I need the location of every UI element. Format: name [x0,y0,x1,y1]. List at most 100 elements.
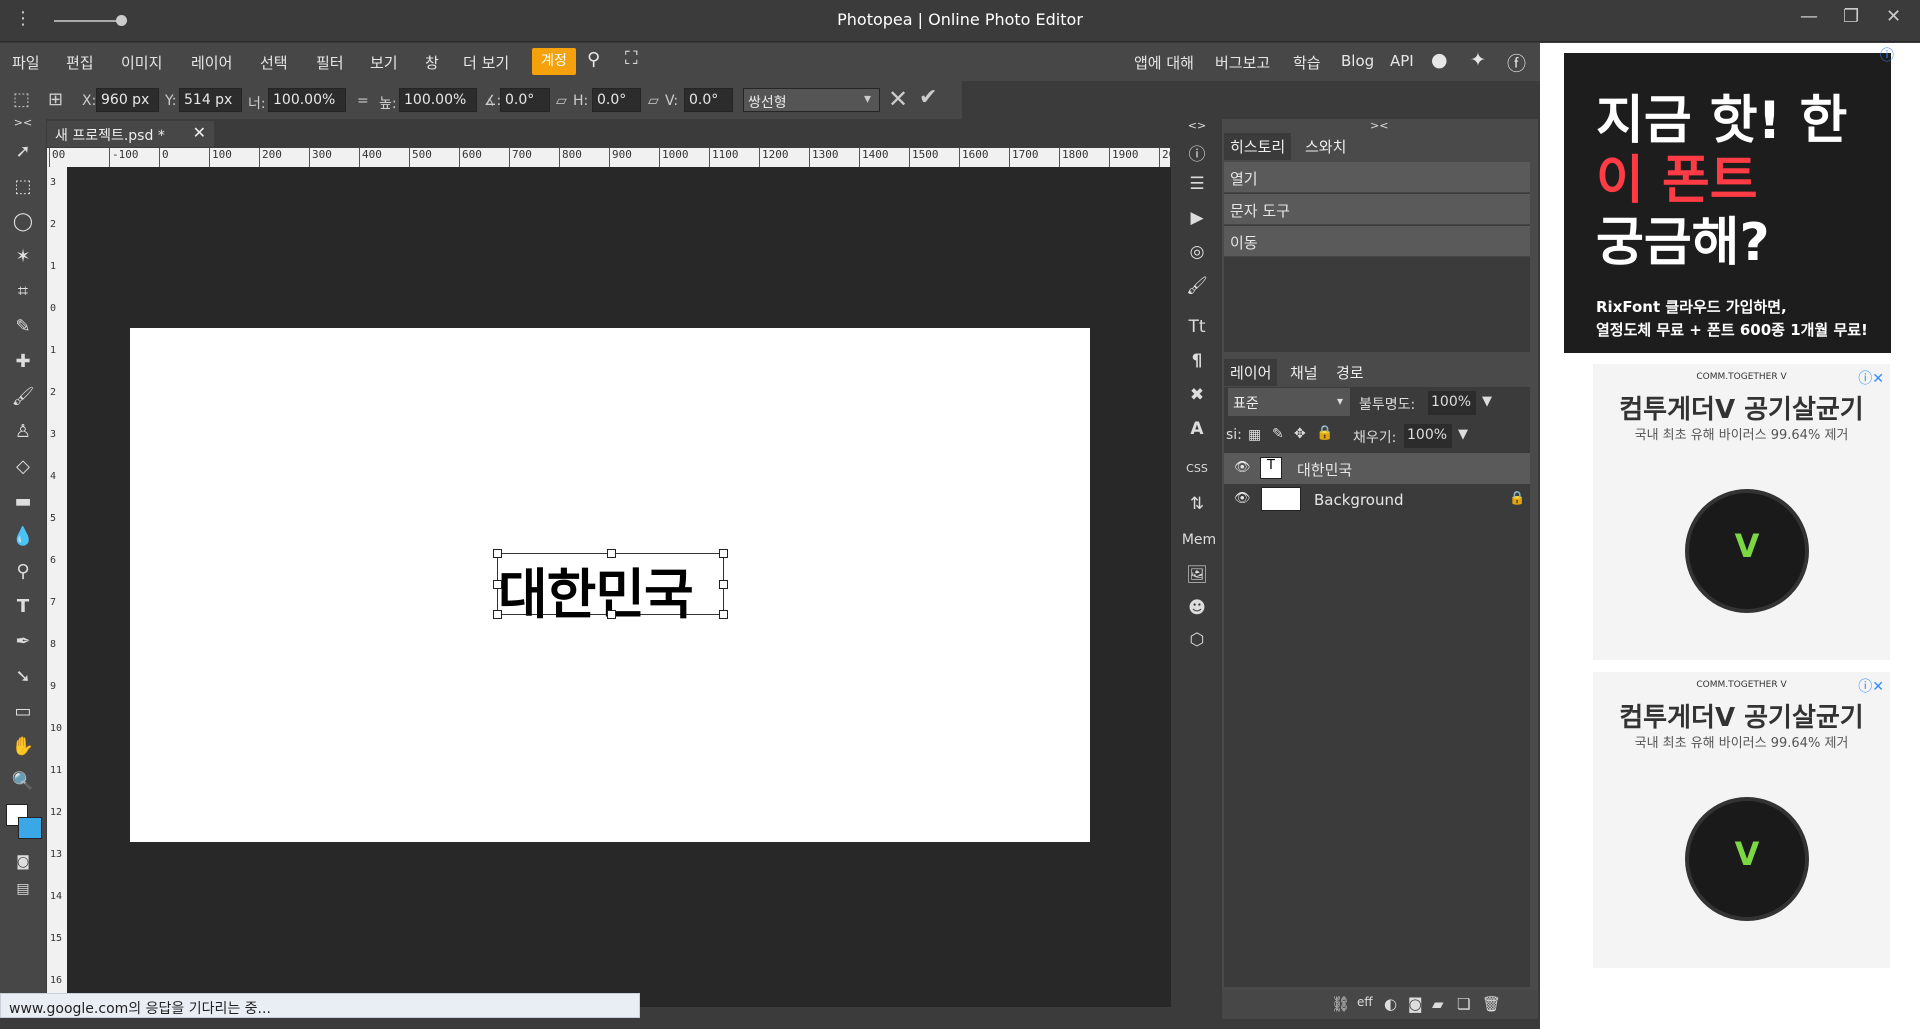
transform-handle[interactable] [719,610,728,619]
history-item[interactable]: 문자 도구 [1224,194,1530,225]
lock-position-icon[interactable]: ✥ [1294,426,1306,442]
transform-handle[interactable] [719,580,728,589]
brush-settings-icon[interactable]: 🖌 [1182,276,1212,300]
link-blog[interactable]: Blog [1341,52,1374,70]
tab-paths[interactable]: 경로 [1330,359,1370,386]
ad-banner-purifier[interactable]: COMM.TOGETHER V 컴투게더V 공기살균기 국내 최초 유해 바이러… [1593,364,1890,660]
zoom-tool-icon[interactable]: 🔍 [10,769,36,795]
height-input[interactable]: 100.00% [399,88,477,112]
interpolation-select[interactable]: 쌍선형 [743,88,880,112]
marquee-tool-icon[interactable]: ⬚ [10,174,36,200]
fill-input[interactable]: 100% [1404,424,1452,448]
menu-more[interactable]: 더 보기 [463,52,509,73]
visibility-eye-icon[interactable]: 👁 [1234,460,1251,475]
y-input[interactable]: 514 px [179,88,242,112]
commit-transform-icon[interactable]: ✔ [919,85,937,110]
fill-dropdown-icon[interactable]: ▼ [1458,427,1468,442]
chevron-down-icon[interactable]: ▾ [864,91,871,107]
menu-layer[interactable]: 레이어 [191,52,232,73]
facebook-icon[interactable]: ⓕ [1507,49,1526,76]
search-icon[interactable]: ⚲ [587,49,600,70]
quick-mask-icon[interactable]: ◙ [10,849,36,875]
link-api[interactable]: API [1390,52,1414,70]
transform-handle[interactable] [607,549,616,558]
close-icon[interactable]: ✕ [1886,6,1901,27]
gradient-tool-icon[interactable]: ▬ [10,489,36,515]
tab-channels[interactable]: 채널 [1284,359,1324,386]
tab-history[interactable]: 히스토리 [1224,133,1292,160]
restore-icon[interactable]: ❐ [1843,6,1859,27]
menu-file[interactable]: 파일 [12,52,40,73]
brush-tool-icon[interactable]: 🖌 [10,384,36,410]
transform-select-icon[interactable]: ⬚ [13,89,30,110]
css-icon[interactable]: CSS [1182,462,1212,486]
account-button[interactable]: 계정 [532,48,576,75]
3d-icon[interactable]: ⬡ [1182,630,1212,654]
hand-tool-icon[interactable]: ✋ [10,734,36,760]
angle-input[interactable]: 0.0° [500,88,550,112]
paragraph-icon[interactable]: ¶ [1182,351,1212,375]
ad-banner-font[interactable]: 지금 핫! 한 이 폰트 궁금해? RixFont 클라우드 가입하면, 열정도… [1564,53,1891,353]
link-ratio-icon[interactable]: = [357,93,369,109]
reddit-icon[interactable]: ● [1431,49,1448,71]
link-about[interactable]: 앱에 대해 [1134,52,1194,73]
link-bug-report[interactable]: 버그보고 [1215,52,1270,73]
menu-view[interactable]: 보기 [370,52,398,73]
dodge-tool-icon[interactable]: ⚲ [10,559,36,585]
stamp-tool-icon[interactable]: ♙ [10,419,36,445]
layer-row[interactable]: 👁 T 대한민국 [1224,453,1530,484]
ad-banner-purifier[interactable]: COMM.TOGETHER V 컴투게더V 공기살균기 국내 최초 유해 바이러… [1593,672,1890,968]
properties-icon[interactable]: ⇅ [1182,494,1212,518]
text-layer-transform-box[interactable]: 대한민국 [493,549,728,626]
effects-icon[interactable]: eff [1357,995,1373,1009]
image-icon[interactable]: 🖼 [1182,565,1212,589]
character-icon[interactable]: Tt [1182,317,1212,341]
tab-layers[interactable]: 레이어 [1224,359,1278,386]
lock-transparency-icon[interactable]: ▦ [1248,427,1261,443]
ad-close-icon[interactable]: ⓘ✕ [1858,676,1884,696]
blur-tool-icon[interactable]: 💧 [10,524,36,550]
chevron-down-icon[interactable]: ▾ [1337,394,1343,408]
tab-swatches[interactable]: 스와치 [1299,133,1352,160]
twitter-icon[interactable]: ✦ [1470,49,1486,71]
eyedropper-tool-icon[interactable]: ✎ [10,314,36,340]
pen-tool-icon[interactable]: ✒ [10,629,36,655]
type-tool-icon[interactable]: T [10,594,36,620]
link-learn[interactable]: 학습 [1293,52,1321,73]
visibility-eye-icon[interactable]: 👁 [1234,491,1251,506]
close-tab-icon[interactable]: ✕ [193,123,206,142]
transform-handle[interactable] [719,549,728,558]
tool-presets-icon[interactable]: ✖ [1182,385,1212,409]
skew-v-input[interactable]: 0.0° [684,88,733,112]
new-layer-icon[interactable]: ❏ [1457,995,1470,1013]
transform-handle[interactable] [493,580,502,589]
minimize-icon[interactable]: — [1800,6,1818,27]
folder-icon[interactable]: ▰ [1432,995,1444,1013]
healing-tool-icon[interactable]: ✚ [10,349,36,375]
link-layers-icon[interactable]: ⛓ [1331,995,1350,1013]
navigator-icon[interactable]: ◎ [1182,242,1212,266]
crop-tool-icon[interactable]: ⌗ [10,279,36,305]
actions-play-icon[interactable]: ▶ [1182,208,1212,232]
shape-tool-icon[interactable]: ▭ [10,699,36,725]
history-item[interactable]: 이동 [1224,226,1530,257]
move-tool-icon[interactable]: ➚ [10,139,36,165]
history-item[interactable]: 열기 [1224,162,1530,193]
path-select-tool-icon[interactable]: ➘ [10,664,36,690]
cancel-transform-icon[interactable]: ✕ [888,85,908,113]
collapse-toolbar-icon[interactable]: >< [10,116,36,130]
menu-select[interactable]: 선택 [260,52,288,73]
emoji-icon[interactable]: ☻ [1182,598,1212,622]
ad-close-icon[interactable]: ⓘ✕ [1858,368,1884,388]
info-icon[interactable]: ⓘ [1182,140,1212,165]
collapse-panel-icon[interactable]: >< [1370,119,1388,132]
transform-handle[interactable] [607,610,616,619]
layer-name[interactable]: Background [1314,491,1404,509]
ad-info-icon[interactable]: ⓘ [1880,45,1894,65]
menu-filter[interactable]: 필터 [316,52,344,73]
eraser-tool-icon[interactable]: ◇ [10,454,36,480]
menu-window[interactable]: 창 [425,52,439,73]
layer-row[interactable]: 👁 Background 🔒 [1224,485,1530,516]
menu-image[interactable]: 이미지 [121,52,162,73]
memory-label[interactable]: Mem [1179,532,1219,556]
